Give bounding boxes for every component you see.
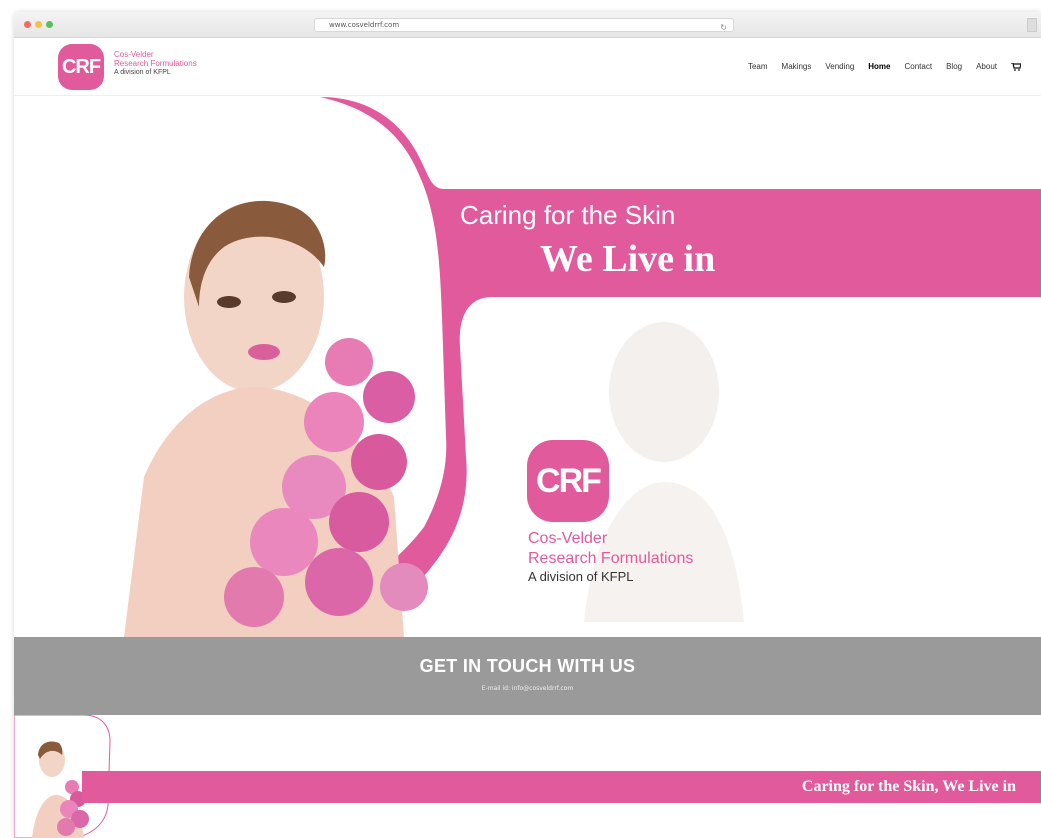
site-header: CRF Cos-Velder Research Formulations A d…	[14, 38, 1041, 96]
contact-email[interactable]: E-mail id: info@cosveldrrf.com	[14, 685, 1041, 692]
minimize-window-button[interactable]	[35, 21, 42, 28]
nav-item-about[interactable]: About	[976, 62, 997, 71]
nav-item-blog[interactable]: Blog	[946, 62, 962, 71]
browser-window: www.cosveldrrf.com ↻ CRF Cos-Velder Rese…	[14, 12, 1041, 838]
footer-banner: Caring for the Skin, We Live in	[14, 715, 1041, 838]
footer-tagline: Caring for the Skin, We Live in	[801, 778, 1016, 795]
browser-toolbar: www.cosveldrrf.com ↻	[14, 12, 1041, 38]
hero-title-line-2: We Live in	[540, 238, 716, 280]
logo-line-1: Cos-Velder	[114, 50, 154, 59]
nav-item-team[interactable]: Team	[748, 62, 768, 71]
cart-icon[interactable]	[1011, 62, 1021, 71]
contact-title: GET IN TOUCH WITH US	[419, 656, 636, 676]
site-logo-badge[interactable]: CRF	[58, 44, 104, 90]
hero-model-image	[124, 200, 428, 637]
maximize-window-button[interactable]	[46, 21, 53, 28]
nav-item-makings[interactable]: Makings	[782, 62, 812, 71]
nav-item-contact[interactable]: Contact	[905, 62, 933, 71]
nav-item-vending[interactable]: Vending	[825, 62, 854, 71]
contact-section: GET IN TOUCH WITH US E-mail id: info@cos…	[14, 637, 1041, 715]
hero-title-line-1: Caring for the Skin	[460, 200, 676, 230]
address-bar[interactable]: www.cosveldrrf.com ↻	[314, 18, 734, 32]
hero-brand-line-2: Research Formulations	[528, 550, 694, 567]
logo-line-3: A division of KFPL	[114, 69, 171, 76]
close-window-button[interactable]	[24, 21, 31, 28]
address-bar-url: www.cosveldrrf.com	[329, 21, 400, 29]
footer-pink-band: Caring for the Skin, We Live in	[82, 771, 1041, 803]
hero-brand-text: Cos-Velder Research Formulations A divis…	[528, 529, 693, 585]
new-tab-button[interactable]	[1027, 18, 1037, 32]
hero-brand-line-3: A division of KFPL	[528, 569, 634, 584]
hero-brand-line-1: Cos-Velder	[528, 530, 608, 547]
reload-icon[interactable]: ↻	[720, 21, 727, 34]
logo-line-2: Research Formulations	[114, 59, 197, 68]
nav-item-home[interactable]: Home	[868, 62, 890, 71]
hero-section: Caring for the Skin We Live in CRF Cos-V…	[14, 97, 1041, 637]
site-logo-text[interactable]: Cos-Velder Research Formulations A divis…	[114, 50, 197, 77]
hero-brand-badge: CRF	[527, 440, 609, 522]
main-nav: Team Makings Vending Home Contact Blog A…	[748, 62, 1021, 71]
